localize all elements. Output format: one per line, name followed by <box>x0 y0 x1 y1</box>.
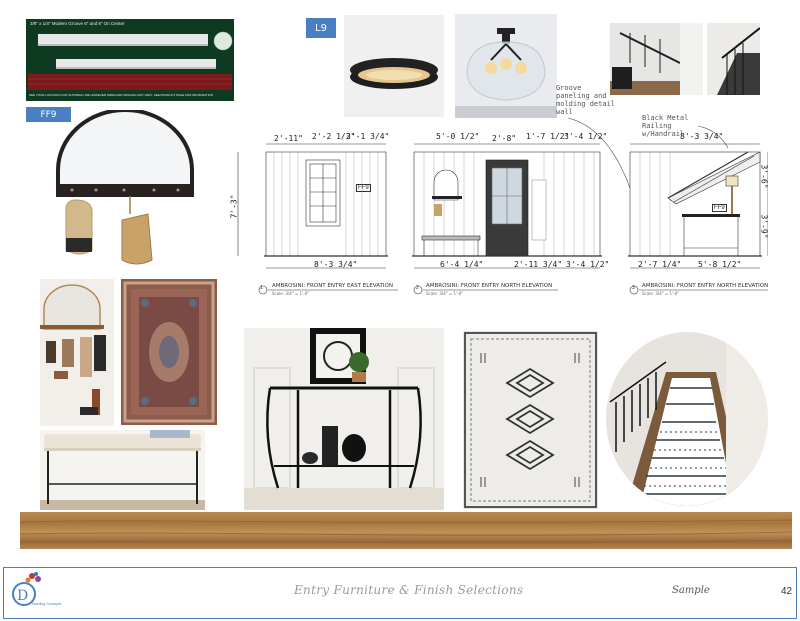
company-logo-text: Dwelling Concepts <box>32 602 61 606</box>
company-logo: D <box>12 572 41 606</box>
north-dim-bottom-3: 3'-4 1/2" <box>566 260 610 269</box>
wainscot-spec-note: SEE YOUR LOCATION FOR SUITABLE USE HOWEV… <box>29 93 214 97</box>
stair-runner-photo <box>606 332 768 506</box>
page-title: Entry Furniture & Finish Selections <box>294 583 524 597</box>
glass-pendant-light-photo <box>455 14 557 118</box>
elevation-drawings: 2'-11" 2'-2 1/2" 3'-1 3/4" 7'-3" 8'-3 3/… <box>228 84 769 298</box>
north-paneling-note: Groove paneling and molding detail wall <box>556 84 616 116</box>
east-tag: FF9 <box>356 184 371 192</box>
wainscot-spec-card: 3/8" x 1/4" Modern Groove 6" and 8" On C… <box>26 19 234 101</box>
stair-railing-photo-2 <box>707 23 760 95</box>
north2-elevation-title: AMBROSINI: FRONT ENTRY NORTH ELEVATION <box>642 283 769 289</box>
page-number: 42 <box>781 586 793 597</box>
north-dim-bottom-1: 6'-4 1/4" <box>440 260 484 269</box>
north2-dim-bottom-1: 2'-7 1/4" <box>638 260 682 269</box>
persian-rug-photo <box>121 279 217 425</box>
east-dim-bottom: 8'-3 3/4" <box>314 260 358 269</box>
sample-label: Sample <box>672 585 710 596</box>
north2-railing-note: Black Metal Railing w/Handrail <box>642 114 689 138</box>
north-dim-top-1: 5'-0 1/2" <box>436 132 480 141</box>
tag-l9: L9 <box>306 18 336 38</box>
diamond-pattern-rug-photo <box>463 331 598 509</box>
north-dim-bottom-2: 2'-11 3/4" <box>514 260 563 269</box>
page-footer: D Dwelling Concepts Entry Furniture & Fi… <box>3 567 797 619</box>
east-elevation-title: AMBROSINI: FRONT ENTRY EAST ELEVATION <box>272 283 393 289</box>
east-marker: 1 <box>260 285 263 291</box>
wall-shelf-hooks-photo <box>40 279 114 426</box>
arched-mirror-photo <box>50 110 200 278</box>
north2-dim-side-2: 3'-9" <box>759 214 769 239</box>
stair-railing-photo-1 <box>610 23 703 95</box>
north-dim-top-3: 1'-7 1/2" <box>526 132 570 141</box>
upholstered-bench-photo <box>40 430 205 510</box>
north2-dim-side-1: 3'-6" <box>759 164 769 189</box>
north2-marker: 3 <box>632 285 635 291</box>
north2-dim-bottom-2: 5'-8 1/2" <box>698 260 742 269</box>
north-dim-top-4: 3'-4 1/2" <box>564 132 608 141</box>
east-elevation-scale: Scale: 3/4" = 1'-0" <box>272 291 310 296</box>
console-table-photo <box>244 328 444 510</box>
north2-elevation-scale: Scale: 3/4" = 1'-0" <box>642 291 680 296</box>
svg-text:D: D <box>17 588 28 604</box>
north-marker: 2 <box>416 285 419 291</box>
east-dim-top-3: 3'-1 3/4" <box>346 132 390 141</box>
north2-tag: FF9 <box>712 204 727 212</box>
flush-mount-light-photo <box>344 15 444 117</box>
north-dim-top-2: 2'-8" <box>492 134 517 143</box>
east-dim-side: 7'-3" <box>229 194 239 219</box>
wainscot-profile-drawing <box>28 31 233 90</box>
north-elevation-scale: Scale: 3/4" = 1'-0" <box>426 291 464 296</box>
wood-finish-swatch <box>19 512 793 549</box>
north-elevation-title: AMBROSINI: FRONT ENTRY NORTH ELEVATION <box>426 283 553 289</box>
east-dim-top-1: 2'-11" <box>274 134 303 143</box>
